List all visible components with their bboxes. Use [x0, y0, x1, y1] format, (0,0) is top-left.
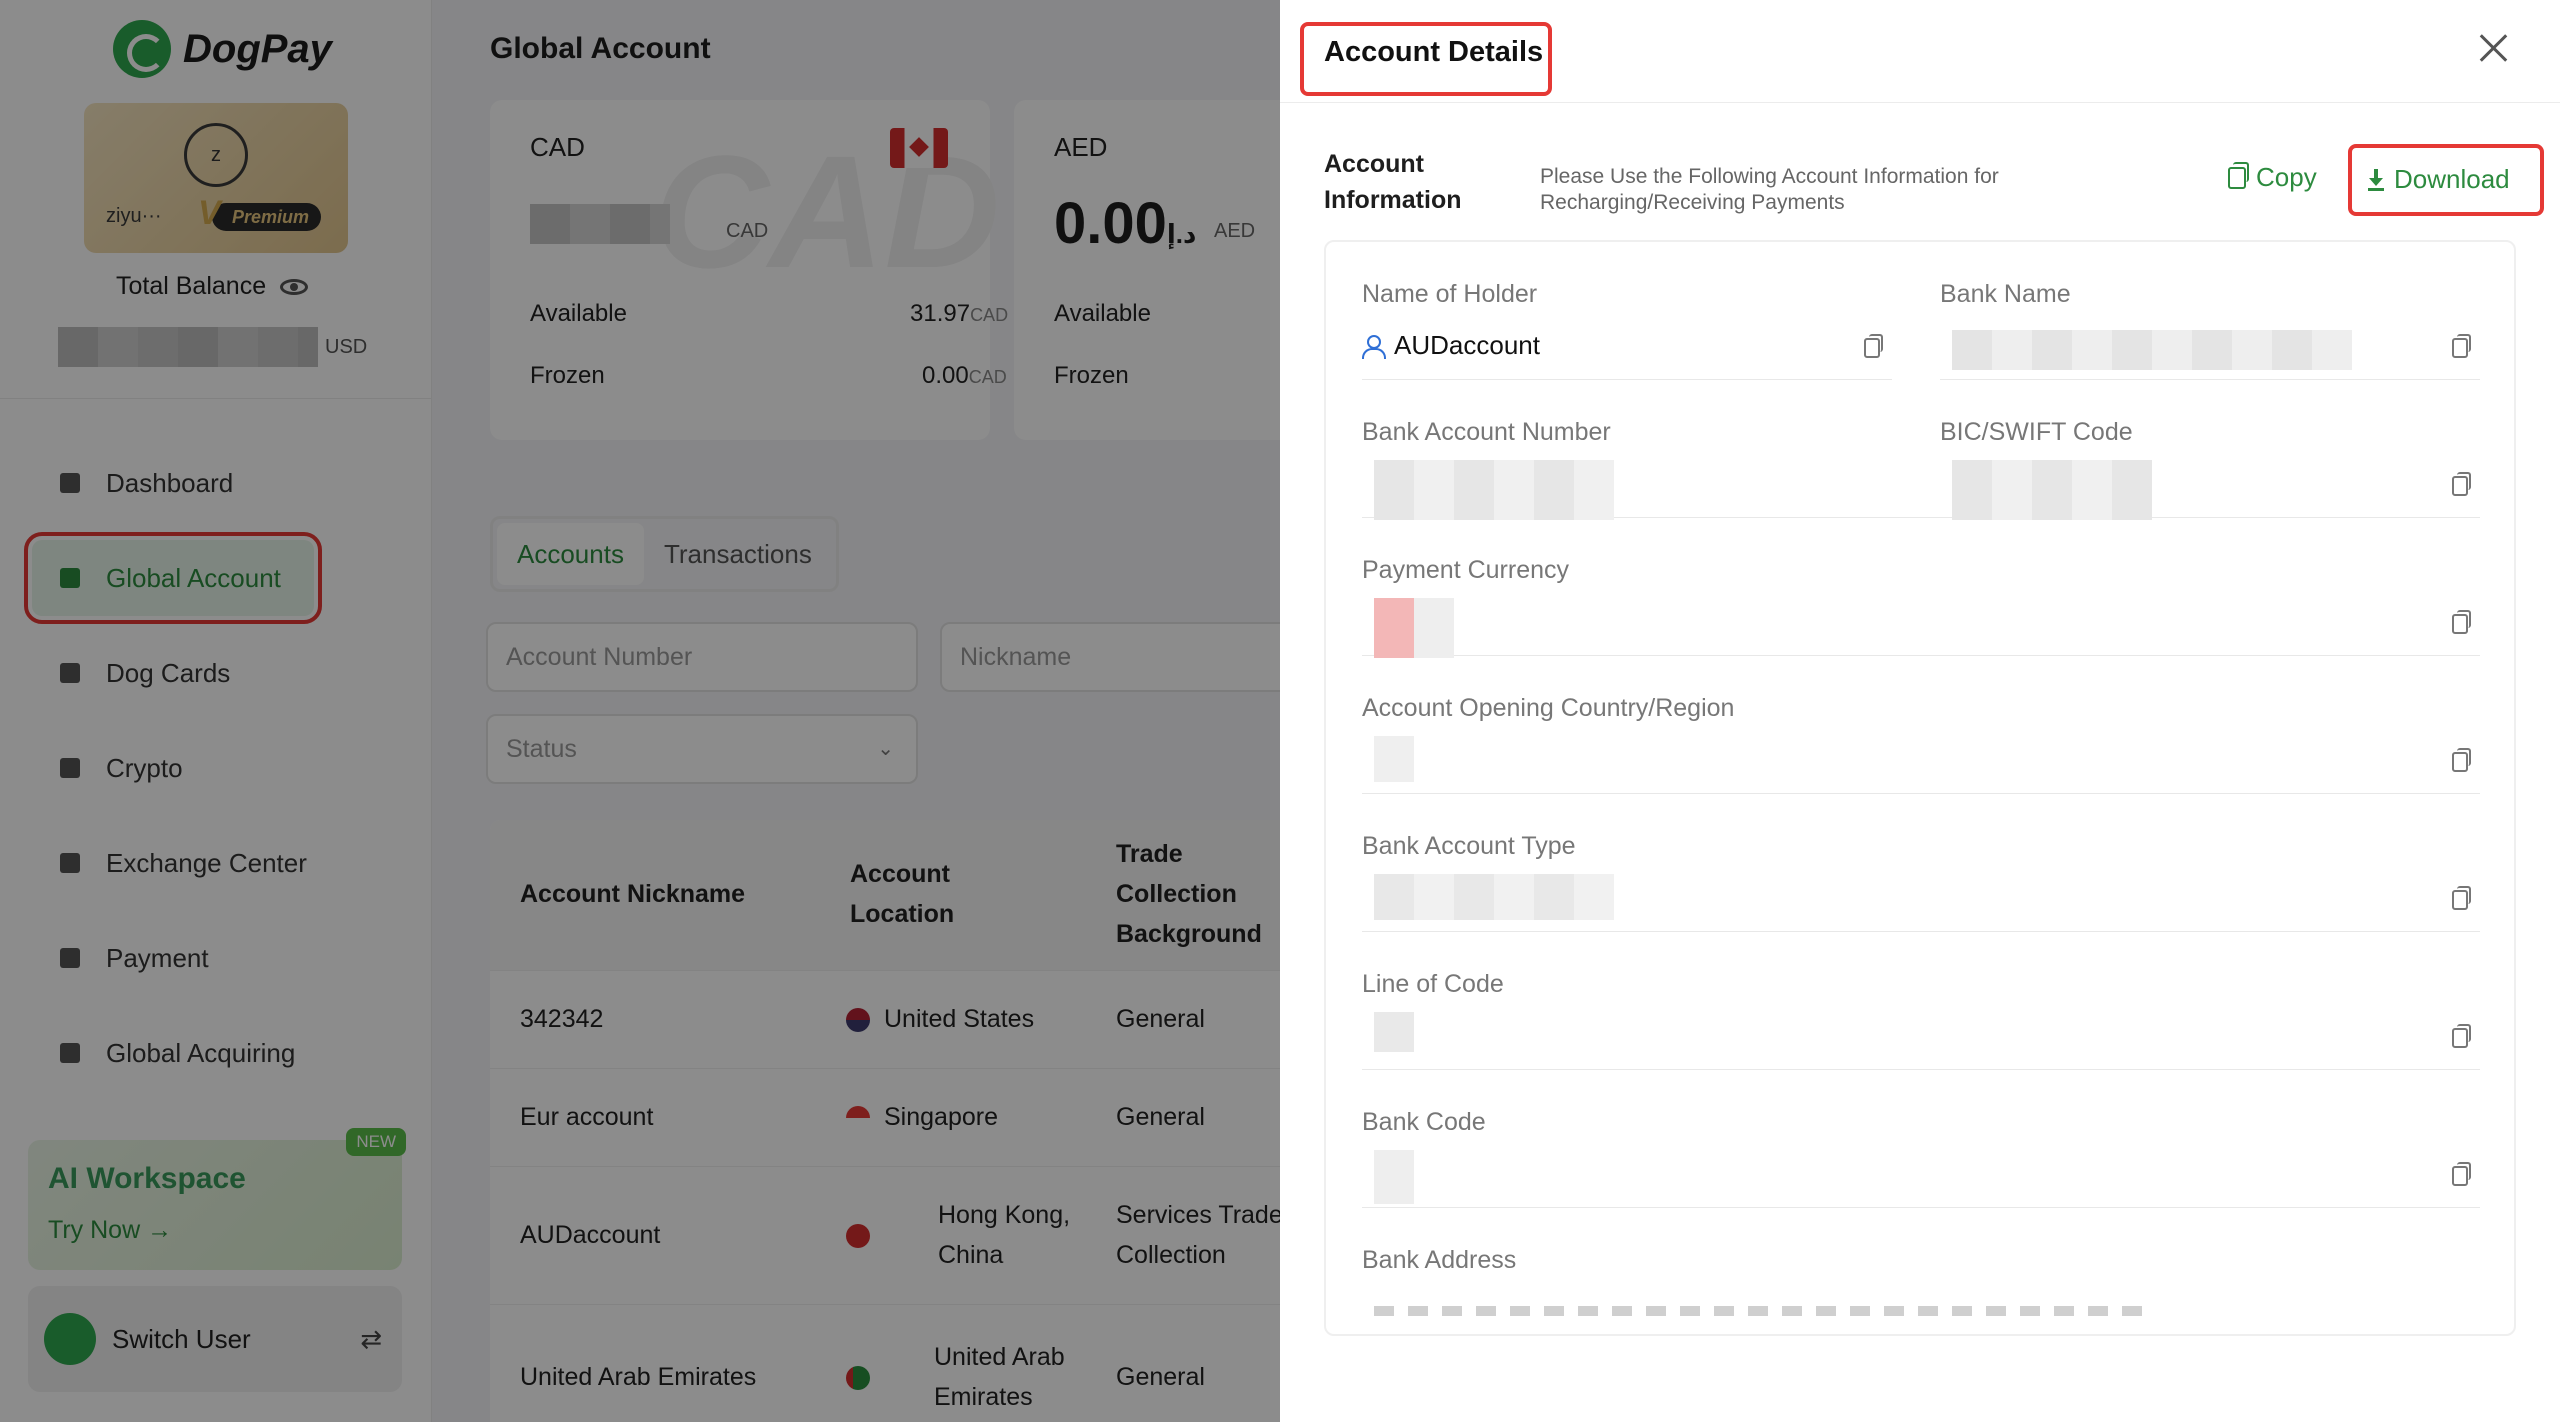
field-bank-code: Bank Code [1362, 1070, 2480, 1208]
bank-name-blurred [1952, 330, 2352, 370]
field-bank-name: Bank Name [1940, 242, 2480, 380]
bank-code-blurred [1374, 1150, 1414, 1204]
copy-label: Copy [2256, 162, 2317, 192]
account-details-drawer: Account Details Account Information Plea… [1280, 0, 2560, 1422]
download-button[interactable]: Download [2368, 164, 2510, 195]
copy-icon [2228, 161, 2249, 189]
copy-button[interactable]: Copy [2228, 161, 2317, 193]
field-bank-account-type: Bank Account Type [1362, 794, 2480, 932]
drawer-divider [1280, 102, 2560, 103]
account-details-panel: Name of Holder AUDaccount Bank Name Bank… [1324, 240, 2516, 1336]
swift-code-blurred [1952, 460, 2152, 520]
opening-country-blurred [1374, 736, 1414, 782]
field-label: Payment Currency [1362, 556, 1570, 584]
drawer-title: Account Details [1324, 36, 1544, 68]
copy-icon[interactable] [2452, 472, 2471, 496]
modal-overlay[interactable] [0, 0, 1280, 1422]
field-line-of-code: Line of Code [1362, 932, 2480, 1070]
bank-address-truncated-text [1374, 1306, 2154, 1316]
field-label: Account Opening Country/Region [1362, 694, 1735, 722]
field-label: Line of Code [1362, 970, 1504, 998]
download-label: Download [2394, 164, 2510, 194]
line-of-code-blurred [1374, 1012, 1414, 1052]
close-icon[interactable] [2478, 32, 2510, 64]
field-label: Name of Holder [1362, 280, 1538, 308]
account-information-label: Account Information [1324, 150, 1462, 214]
copy-icon[interactable] [2452, 334, 2471, 358]
field-label: BIC/SWIFT Code [1940, 418, 2133, 446]
copy-icon[interactable] [2452, 610, 2471, 634]
payment-currency-blurred [1374, 598, 1454, 658]
copy-icon[interactable] [2452, 1024, 2471, 1048]
account-information-hint: Please Use the Following Account Informa… [1540, 165, 1999, 214]
account-type-blurred [1374, 874, 1614, 920]
field-bank-account-number: Bank Account Number BIC/SWIFT Code [1362, 380, 2480, 520]
copy-icon[interactable] [2452, 1162, 2471, 1186]
download-icon [2368, 168, 2384, 191]
field-opening-country: Account Opening Country/Region [1362, 656, 2480, 794]
field-label: Bank Account Type [1362, 832, 1576, 860]
copy-icon[interactable] [2452, 886, 2471, 910]
field-label: Bank Code [1362, 1108, 1486, 1136]
person-icon [1362, 334, 1386, 359]
field-value: AUDaccount [1362, 330, 1540, 361]
copy-icon[interactable] [2452, 748, 2471, 772]
field-label: Bank Address [1362, 1246, 1517, 1274]
field-payment-currency: Payment Currency [1362, 518, 2480, 658]
field-label: Bank Account Number [1362, 418, 1611, 446]
account-number-blurred [1374, 460, 1614, 520]
field-bank-address: Bank Address [1362, 1208, 2480, 1334]
copy-icon[interactable] [1864, 334, 1883, 358]
field-label: Bank Name [1940, 280, 2071, 308]
field-holder-name: Name of Holder AUDaccount [1362, 242, 1892, 380]
